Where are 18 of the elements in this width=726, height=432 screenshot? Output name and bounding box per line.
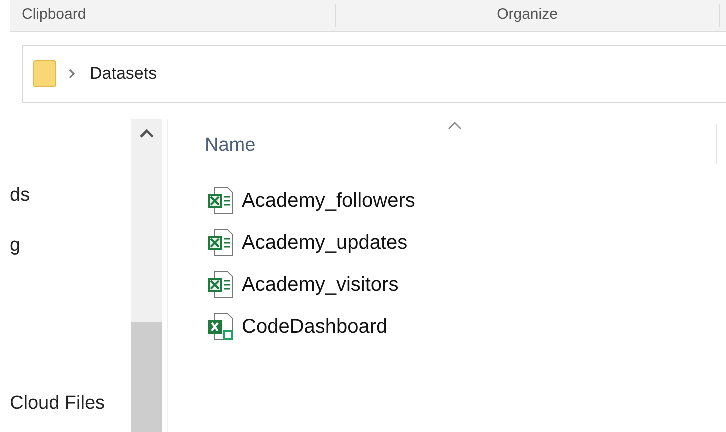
column-header[interactable]: Name xyxy=(205,136,726,155)
nav-item[interactable]: Cloud Files xyxy=(10,394,106,413)
file-name[interactable]: CodeDashboard xyxy=(242,317,388,337)
ribbon-group-label: Clipboard xyxy=(22,5,86,26)
chevron-right-icon xyxy=(69,69,76,79)
folder-icon xyxy=(33,60,57,88)
breadcrumb-item[interactable]: Datasets xyxy=(90,61,158,87)
nav-item[interactable]: ds xyxy=(10,186,30,205)
sort-ascending-icon xyxy=(448,122,462,130)
scroll-up-icon[interactable] xyxy=(140,129,154,138)
address-bar[interactable]: Datasets xyxy=(22,45,726,103)
file-name[interactable]: Academy_followers xyxy=(242,191,416,211)
file-name[interactable]: Academy_visitors xyxy=(242,275,399,295)
scrollbar[interactable] xyxy=(131,119,162,432)
ribbon-group-label: Organize xyxy=(497,5,558,26)
scrollbar-thumb[interactable] xyxy=(131,322,162,432)
file-name[interactable]: Academy_updates xyxy=(242,233,408,253)
nav-item[interactable]: g xyxy=(10,236,21,255)
